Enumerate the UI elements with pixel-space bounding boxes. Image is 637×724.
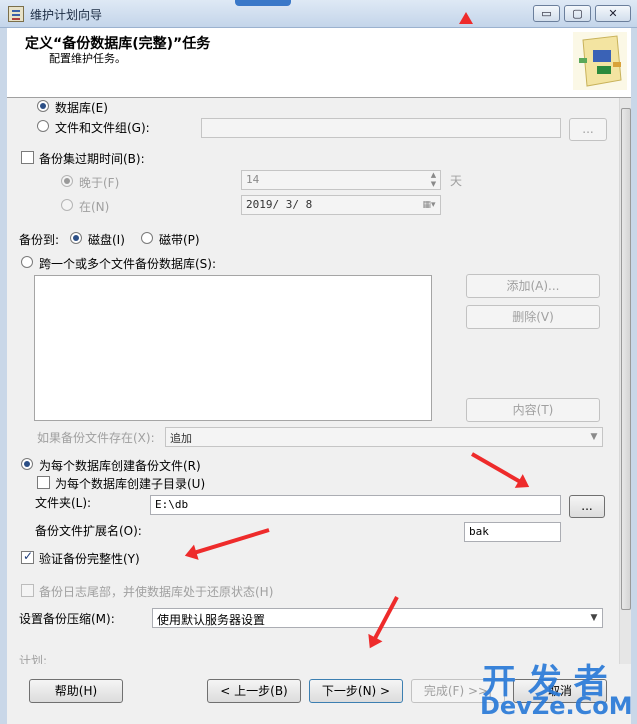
calendar-dropdown-icon[interactable]: ▦▾ [419, 196, 439, 214]
next-button[interactable]: 下一步(N) > [309, 679, 403, 703]
window-title: 维护计划向导 [30, 8, 103, 22]
subdirectory-checkbox[interactable] [37, 476, 50, 489]
expire-days-field[interactable]: 14 [241, 170, 441, 190]
extension-field[interactable]: bak [464, 522, 561, 542]
if-exists-chevron-down-icon: ▼ [590, 432, 598, 442]
annotation-arrow-top-icon [459, 12, 473, 24]
back-button[interactable]: < 上一步(B) [207, 679, 301, 703]
files-field[interactable] [201, 118, 561, 138]
tape-radio-label: 磁带(P) [159, 233, 200, 247]
expire-after-radio[interactable] [61, 175, 73, 187]
schedule-label: 计划: [19, 654, 48, 664]
extension-label: 备份文件扩展名(O): [35, 524, 142, 538]
watermark-logo: 开 发 者 DevZe.CoM [478, 654, 634, 722]
page-subtitle: 配置维护任务。 [49, 52, 126, 65]
days-spinner-icon[interactable]: ▲ ▼ [427, 171, 440, 189]
watermark-line2: DevZe.CoM [480, 692, 633, 720]
span-files-label: 跨一个或多个文件备份数据库(S): [39, 257, 217, 271]
if-exists-select[interactable]: 追加 [165, 427, 603, 447]
title-bar: 维护计划向导 ▭ ▢ ✕ [0, 0, 637, 28]
help-button[interactable]: 帮助(H) [29, 679, 123, 703]
expire-on-label: 在(N) [79, 200, 110, 214]
folder-label: 文件夹(L): [35, 496, 92, 510]
files-radio[interactable] [37, 120, 49, 132]
expire-date-field[interactable]: 2019/ 3/ 8 [241, 195, 441, 215]
scrollbar-thumb[interactable] [621, 108, 631, 610]
remove-button[interactable]: 删除(V) [466, 305, 600, 329]
maintenance-plan-icon [8, 6, 24, 22]
folder-field[interactable]: E:\db [150, 495, 561, 515]
expire-label: 备份集过期时间(B): [39, 152, 145, 166]
if-exists-label: 如果备份文件存在(X): [37, 431, 155, 445]
backup-files-list[interactable] [34, 275, 432, 421]
wizard-banner-icon [573, 32, 627, 90]
compression-chevron-down-icon: ▼ [590, 613, 598, 623]
files-radio-label: 文件和文件组(G): [55, 121, 150, 135]
wizard-header: 定义“备份数据库(完整)”任务 配置维护任务。 [7, 28, 631, 98]
expire-on-radio[interactable] [61, 199, 73, 211]
disk-radio[interactable] [70, 232, 82, 244]
compression-select[interactable]: 使用默认服务器设置 [152, 608, 603, 628]
expire-checkbox[interactable] [21, 151, 34, 164]
expire-days-unit: 天 [450, 174, 463, 188]
tail-log-checkbox[interactable] [21, 584, 34, 597]
verify-integrity-label: 验证备份完整性(Y) [39, 552, 140, 566]
tape-radio[interactable] [141, 232, 153, 244]
add-button[interactable]: 添加(A)... [466, 274, 600, 298]
span-files-radio[interactable] [21, 256, 33, 268]
per-database-radio[interactable] [21, 458, 33, 470]
folder-browse-button[interactable]: ... [569, 495, 605, 518]
annotation-arrow-folder [471, 452, 525, 486]
verify-integrity-checkbox[interactable] [21, 549, 34, 564]
vertical-scrollbar[interactable] [619, 98, 631, 664]
database-radio[interactable] [37, 100, 49, 112]
subdirectory-label: 为每个数据库创建子目录(U) [55, 477, 206, 491]
top-scroll-indicator [235, 0, 291, 6]
files-browse-button[interactable]: ... [569, 118, 607, 141]
contents-button[interactable]: 内容(T) [466, 398, 600, 422]
close-button[interactable]: ✕ [595, 5, 631, 22]
maximize-button[interactable]: ▢ [564, 5, 591, 22]
tail-log-label: 备份日志尾部，并使数据库处于还原状态(H) [39, 585, 274, 599]
task-options-panel: 数据库(E) 文件和文件组(G): ... 备份集过期时间(B): 晚于(F) … [7, 98, 631, 664]
annotation-arrow-verify [189, 528, 270, 556]
database-radio-label: 数据库(E) [55, 101, 108, 115]
backup-to-label: 备份到: [19, 233, 60, 247]
per-database-label: 为每个数据库创建备份文件(R) [39, 459, 201, 473]
expire-after-label: 晚于(F) [79, 176, 120, 190]
minimize-button[interactable]: ▭ [533, 5, 560, 22]
compression-label: 设置备份压缩(M): [19, 612, 115, 626]
disk-radio-label: 磁盘(I) [88, 233, 125, 247]
